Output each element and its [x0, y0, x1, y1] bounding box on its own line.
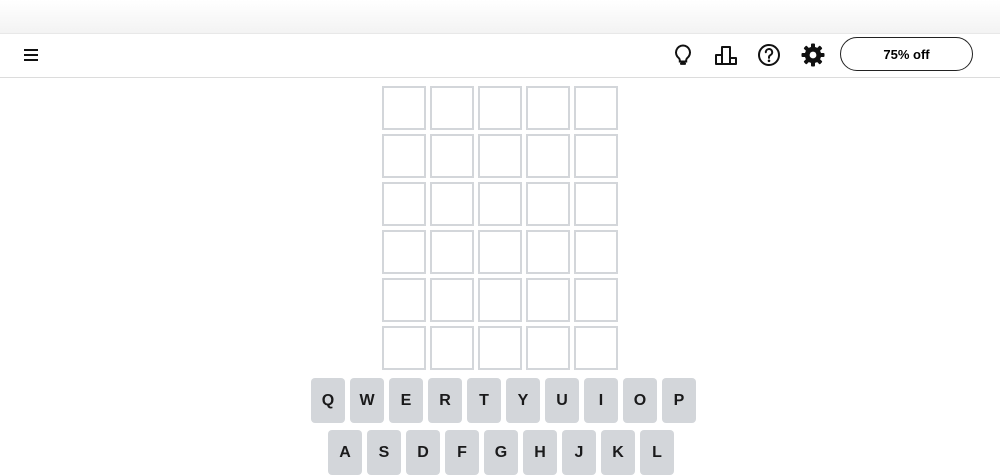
board-tile [574, 134, 618, 178]
key-s[interactable]: S [367, 430, 401, 475]
board-tile [526, 326, 570, 370]
board-tile [526, 230, 570, 274]
app-header: 75% off [0, 34, 1000, 78]
board-tile [526, 86, 570, 130]
board-tile [430, 182, 474, 226]
board-tile [478, 230, 522, 274]
board-tile [430, 86, 474, 130]
hamburger-menu-icon[interactable] [20, 44, 42, 66]
board-tile [430, 278, 474, 322]
key-t[interactable]: T [467, 378, 501, 423]
board-tile [430, 134, 474, 178]
keyboard-row-1: QWERTYUIOP [311, 378, 696, 423]
browser-top-strip [0, 0, 1000, 34]
key-u[interactable]: U [545, 378, 579, 423]
board-tile [430, 326, 474, 370]
key-l[interactable]: L [640, 430, 674, 475]
key-e[interactable]: E [389, 378, 423, 423]
key-f[interactable]: F [445, 430, 479, 475]
key-o[interactable]: O [623, 378, 657, 423]
board-tile [574, 278, 618, 322]
board-tile [574, 182, 618, 226]
board-tile [574, 230, 618, 274]
board-tile [382, 278, 426, 322]
key-a[interactable]: A [328, 430, 362, 475]
board-tile [478, 182, 522, 226]
lightbulb-icon[interactable] [670, 42, 696, 68]
key-g[interactable]: G [484, 430, 518, 475]
board-tile [478, 86, 522, 130]
board-tile [382, 86, 426, 130]
board-tile [526, 134, 570, 178]
key-r[interactable]: R [428, 378, 462, 423]
board-tile [478, 278, 522, 322]
board-tile [478, 134, 522, 178]
key-w[interactable]: W [350, 378, 384, 423]
key-i[interactable]: I [584, 378, 618, 423]
key-j[interactable]: J [562, 430, 596, 475]
board-tile [478, 326, 522, 370]
board-tile [574, 86, 618, 130]
key-p[interactable]: P [662, 378, 696, 423]
board-tile [526, 278, 570, 322]
help-icon[interactable] [756, 42, 782, 68]
key-k[interactable]: K [601, 430, 635, 475]
keyboard-row-2: ASDFGHJKL [328, 430, 674, 475]
board-tile [382, 182, 426, 226]
key-h[interactable]: H [523, 430, 557, 475]
promo-button[interactable]: 75% off [840, 37, 973, 71]
key-q[interactable]: Q [311, 378, 345, 423]
board-tile [382, 134, 426, 178]
leaderboard-icon[interactable] [713, 42, 739, 68]
board-tile [526, 182, 570, 226]
board-tile [382, 230, 426, 274]
board-tile [430, 230, 474, 274]
key-y[interactable]: Y [506, 378, 540, 423]
board-tile [382, 326, 426, 370]
game-board [382, 86, 618, 370]
key-d[interactable]: D [406, 430, 440, 475]
board-tile [574, 326, 618, 370]
gear-icon[interactable] [800, 42, 826, 68]
